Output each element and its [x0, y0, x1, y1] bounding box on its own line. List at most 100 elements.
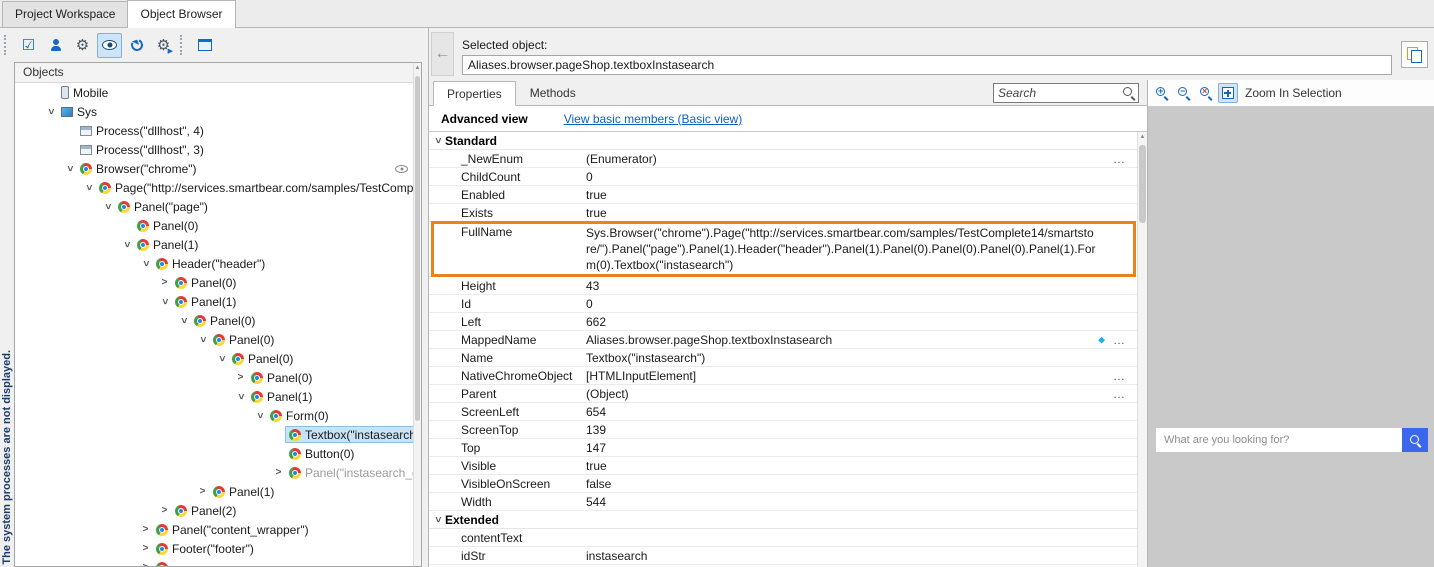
property-row-NativeChromeObject[interactable]: NativeChromeObject[HTMLInputElement]… [429, 367, 1137, 385]
property-row-contentText[interactable]: contentText [429, 529, 1137, 547]
expand-chevron[interactable]: > [253, 409, 266, 422]
property-row-Name[interactable]: NameTextbox("instasearch") [429, 349, 1137, 367]
section-header-extended[interactable]: >Extended [429, 511, 1137, 529]
tree-item[interactable]: Button(0) [15, 444, 413, 463]
zoom-in-icon[interactable]: + [1152, 83, 1172, 103]
property-row-ChildCount[interactable]: ChildCount0 [429, 168, 1137, 186]
ellipsis-button[interactable]: … [1113, 387, 1125, 401]
ellipsis-button[interactable]: … [1113, 369, 1125, 383]
expand-chevron[interactable]: > [215, 352, 228, 365]
ellipsis-button[interactable]: … [1113, 333, 1125, 347]
tree-item[interactable]: >Panel(1) [15, 482, 413, 501]
expand-chevron[interactable]: > [196, 485, 209, 498]
property-row-Parent[interactable]: Parent(Object)… [429, 385, 1137, 403]
tree-item[interactable]: >Panel(1) [15, 292, 413, 311]
display-object-spy-icon[interactable]: ☑ [16, 33, 41, 58]
property-row-ScreenLeft[interactable]: ScreenLeft654 [429, 403, 1137, 421]
tree-item[interactable]: >Panel("page") [15, 197, 413, 216]
expand-chevron[interactable]: > [158, 276, 171, 289]
property-row-Enabled[interactable]: Enabledtrue [429, 186, 1137, 204]
tree-item[interactable]: >Browser("chrome") [15, 159, 413, 178]
tree-item[interactable]: Process("dllhost", 4) [15, 121, 413, 140]
zoom-out-icon[interactable]: − [1174, 83, 1194, 103]
property-row-Visible[interactable]: Visibletrue [429, 457, 1137, 475]
tree-item[interactable]: >Footer("footer") [15, 539, 413, 558]
property-row-Height[interactable]: Height43 [429, 277, 1137, 295]
scroll-up-icon[interactable]: ▲ [414, 63, 421, 74]
tree-item[interactable]: >Panel("instasearch_drop [15, 463, 413, 482]
toolbar-grip[interactable] [4, 35, 10, 55]
tree-scrollbar-thumb[interactable] [415, 76, 420, 421]
ellipsis-button[interactable]: … [1113, 152, 1125, 166]
expand-chevron[interactable]: > [120, 238, 133, 251]
tree-item[interactable]: Panel(0) [15, 216, 413, 235]
property-row-Width[interactable]: Width544 [429, 493, 1137, 511]
copy-button[interactable] [1401, 41, 1428, 68]
tree-item[interactable]: >Panel(2) [15, 501, 413, 520]
expand-chevron[interactable]: > [139, 561, 152, 566]
expand-chevron[interactable]: > [63, 162, 76, 175]
tab-methods[interactable]: Methods [516, 80, 590, 105]
tree-item[interactable]: >Panel(0) [15, 368, 413, 387]
property-row-Exists[interactable]: Existstrue [429, 204, 1137, 222]
reset-zoom-icon[interactable]: × [1196, 83, 1216, 103]
expand-chevron[interactable]: > [139, 523, 152, 536]
map-object-icon[interactable] [43, 33, 68, 58]
property-row-Top[interactable]: Top147 [429, 439, 1137, 457]
tab-properties[interactable]: Properties [433, 81, 516, 106]
run-routine-icon[interactable]: ⚙▶ [151, 33, 176, 58]
tree-item[interactable]: >Panel(0) [15, 349, 413, 368]
property-row-Id[interactable]: Id0 [429, 295, 1137, 313]
tree-item[interactable]: >Sys [15, 102, 413, 121]
scroll-up-icon[interactable]: ▲ [1138, 132, 1147, 143]
tab-object-browser[interactable]: Object Browser [127, 0, 235, 28]
expand-chevron[interactable]: > [101, 200, 114, 213]
back-button[interactable]: ← [431, 32, 454, 76]
highlight-on-screen-icon[interactable] [97, 33, 122, 58]
tree-item[interactable]: >Page("http://services.smartbear.com/sam… [15, 178, 413, 197]
tree-item[interactable]: >Panel(0) [15, 311, 413, 330]
property-row-_NewEnum[interactable]: _NewEnum(Enumerator)… [429, 150, 1137, 168]
options-gear-icon[interactable]: ⚙ [70, 33, 95, 58]
refresh-icon[interactable] [124, 33, 149, 58]
zoom-in-selection-icon[interactable] [1218, 83, 1238, 103]
property-row-ScreenTop[interactable]: ScreenTop139 [429, 421, 1137, 439]
tree-item[interactable]: >Form(0) [15, 406, 413, 425]
expand-chevron[interactable]: > [158, 504, 171, 517]
property-search-input[interactable] [994, 85, 1122, 101]
basic-view-link[interactable]: View basic members (Basic view) [564, 112, 743, 126]
selected-object-input[interactable] [462, 55, 1392, 75]
expand-chevron[interactable]: > [234, 371, 247, 384]
expand-chevron[interactable]: > [234, 390, 247, 403]
tree-item[interactable]: >Panel(0) [15, 273, 413, 292]
tree-scrollbar[interactable]: ▲ [413, 62, 422, 567]
tree-item[interactable]: >Panel(0) [15, 330, 413, 349]
expand-chevron[interactable]: > [177, 314, 190, 327]
show-window-icon[interactable] [192, 33, 217, 58]
property-row-Left[interactable]: Left662 [429, 313, 1137, 331]
expand-chevron[interactable]: > [158, 295, 171, 308]
expand-chevron[interactable]: > [196, 333, 209, 346]
properties-scrollbar-thumb[interactable] [1139, 145, 1146, 223]
tree-item[interactable]: > [15, 558, 413, 566]
tree-item[interactable]: >Panel("content_wrapper") [15, 520, 413, 539]
collapse-chevron[interactable]: > [431, 134, 444, 147]
property-row-FullName[interactable]: FullNameSys.Browser("chrome").Page("http… [429, 222, 1137, 277]
property-search[interactable] [993, 83, 1139, 103]
section-header-standard[interactable]: >Standard [429, 132, 1137, 150]
properties-scrollbar[interactable]: ▲ [1137, 132, 1147, 567]
tree-item[interactable]: >Panel(1) [15, 235, 413, 254]
property-row-MappedName[interactable]: MappedNameAliases.browser.pageShop.textb… [429, 331, 1137, 349]
property-row-idStr[interactable]: idStrinstasearch [429, 547, 1137, 565]
expand-chevron[interactable]: > [82, 181, 95, 194]
tree-item[interactable]: Mobile [15, 83, 413, 102]
tree-item[interactable]: Textbox("instasearch") [15, 425, 413, 444]
property-row-VisibleOnScreen[interactable]: VisibleOnScreenfalse [429, 475, 1137, 493]
tree-item[interactable]: >Header("header") [15, 254, 413, 273]
tree-item[interactable]: Process("dllhost", 3) [15, 140, 413, 159]
expand-chevron[interactable]: > [139, 542, 152, 555]
expand-chevron[interactable]: > [139, 257, 152, 270]
expand-chevron[interactable]: > [44, 105, 57, 118]
collapse-chevron[interactable]: > [431, 513, 444, 526]
expand-chevron[interactable]: > [272, 466, 285, 479]
